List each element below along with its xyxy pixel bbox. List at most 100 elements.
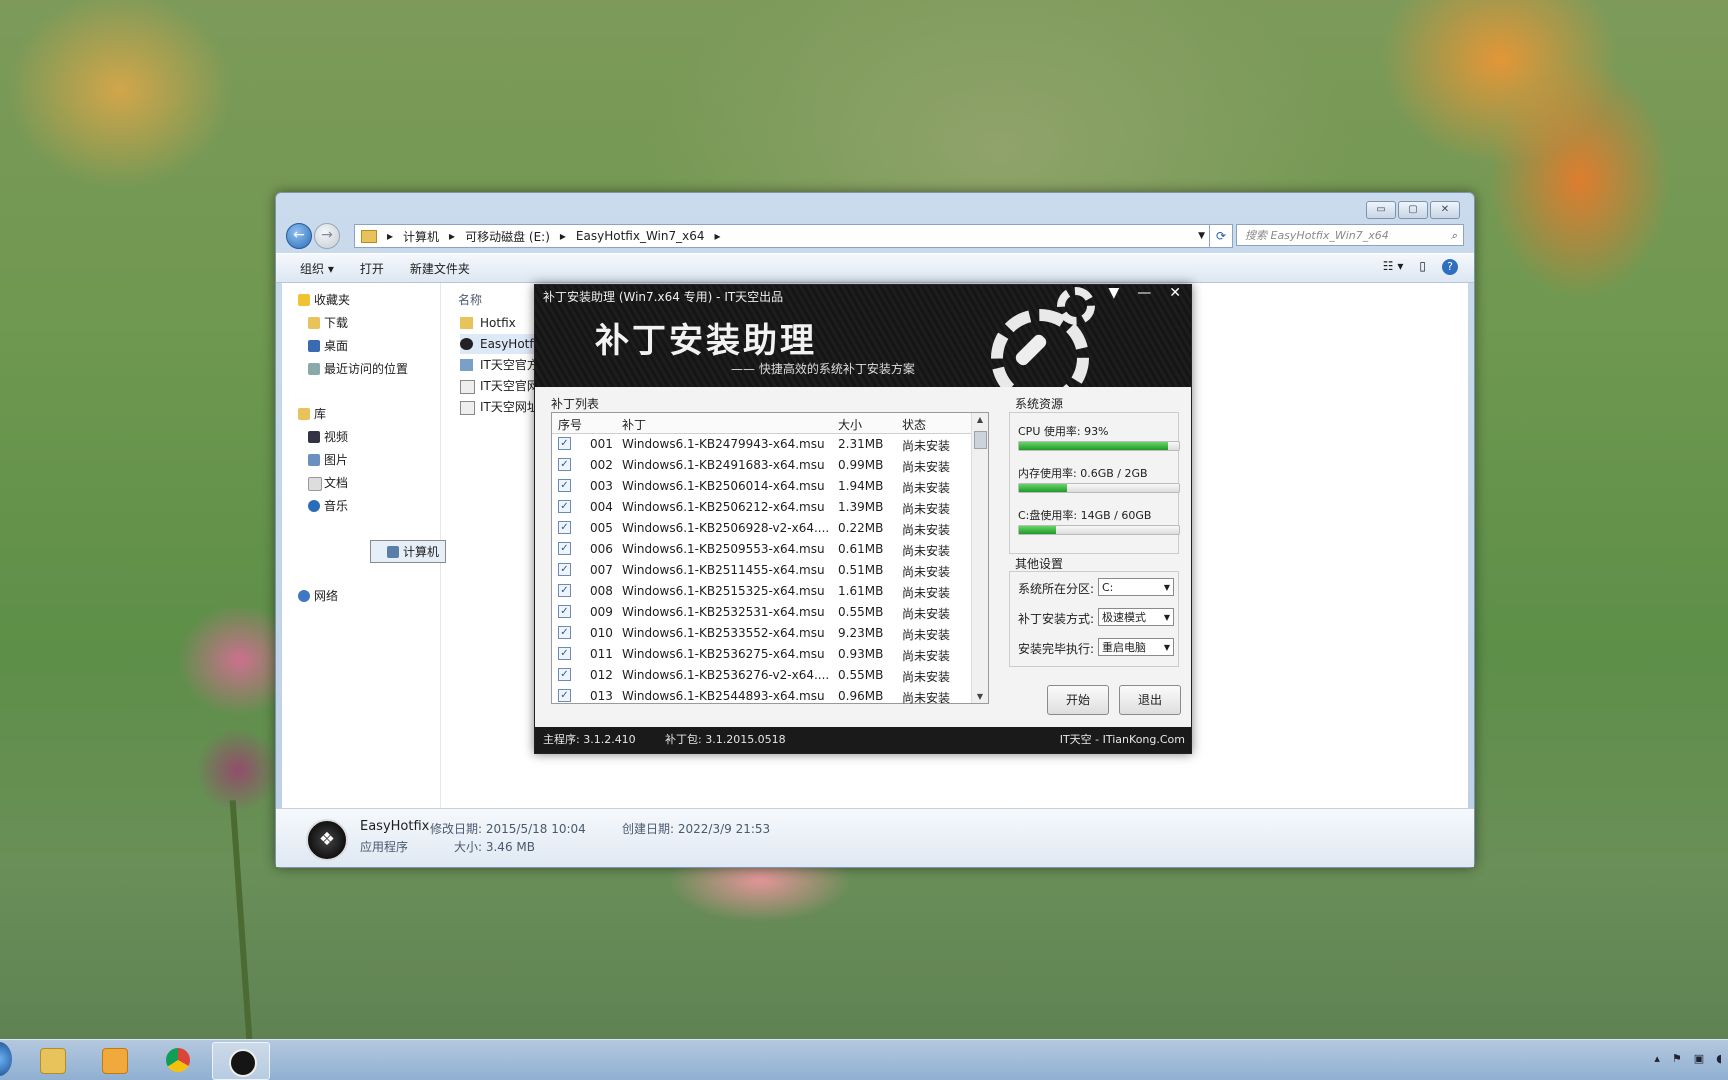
file-item[interactable]: IT天空网址 xyxy=(460,397,539,417)
checkbox-icon[interactable]: ✓ xyxy=(558,584,571,597)
checkbox-icon[interactable]: ✓ xyxy=(558,689,571,702)
breadcrumb-drive[interactable]: 可移动磁盘 (E:) xyxy=(465,228,550,245)
refresh-icon[interactable]: ⟳ xyxy=(1209,224,1233,248)
patch-row[interactable]: ✓ 005 Windows6.1-KB2506928-v2-x64.... 0.22M… xyxy=(552,518,972,539)
scroll-up-icon[interactable]: ▲ xyxy=(972,415,988,424)
nav-desktop[interactable]: 桌面 xyxy=(282,335,440,358)
patch-number: 008 xyxy=(590,584,613,598)
address-bar[interactable]: ▸ 计算机 ▸ 可移动磁盘 (E:) ▸ EasyHotfix_Win7_x64… xyxy=(354,224,1212,248)
checkbox-icon[interactable]: ✓ xyxy=(558,563,571,576)
breadcrumb-computer[interactable]: 计算机 xyxy=(403,228,439,245)
volume-icon[interactable]: ◖ xyxy=(1716,1052,1722,1065)
nav-computer[interactable]: 计算机 xyxy=(370,540,446,563)
install-mode-select[interactable]: 极速模式 ▼ xyxy=(1098,608,1174,626)
close-button[interactable]: ✕ xyxy=(1430,201,1460,219)
address-dropdown-icon[interactable]: ▼ xyxy=(1198,231,1205,241)
checkbox-icon[interactable]: ✓ xyxy=(558,479,571,492)
checkbox-icon[interactable]: ✓ xyxy=(558,605,571,618)
action-center-flag-icon[interactable]: ⚑ xyxy=(1672,1052,1682,1065)
patch-size: 9.23MB xyxy=(838,626,884,640)
file-item[interactable]: IT天空官网 xyxy=(460,376,539,396)
patch-row[interactable]: ✓ 001 Windows6.1-KB2479943-x64.msu 2.31MB 尚未… xyxy=(552,434,972,455)
new-folder-button[interactable]: 新建文件夹 xyxy=(410,260,470,277)
patch-list[interactable]: 序号 补丁 大小 状态 ✓ 001 Windows6.1-KB2479943-x64… xyxy=(551,412,989,707)
patch-row[interactable]: ✓ 002 Windows6.1-KB2491683-x64.msu 0.99MB 尚未… xyxy=(552,455,972,476)
back-arrow-icon[interactable]: ← xyxy=(286,223,312,249)
exit-button[interactable]: 退出 xyxy=(1119,685,1181,715)
taskbar-explorer[interactable] xyxy=(24,1042,80,1078)
checkbox-icon[interactable]: ✓ xyxy=(558,521,571,534)
column-header-name[interactable]: 名称 xyxy=(458,291,482,308)
patch-number: 001 xyxy=(590,437,613,451)
breadcrumb-folder[interactable]: EasyHotfix_Win7_x64 xyxy=(576,229,705,243)
checkbox-icon[interactable]: ✓ xyxy=(558,437,571,450)
file-item[interactable]: IT天空官方 xyxy=(460,355,539,375)
search-input[interactable]: 搜索 EasyHotfix_Win7_x64 ⌕ xyxy=(1236,224,1464,246)
patch-number: 010 xyxy=(590,626,613,640)
checkbox-icon[interactable]: ✓ xyxy=(558,500,571,513)
checkbox-icon[interactable]: ✓ xyxy=(558,626,571,639)
column-patch[interactable]: 补丁 xyxy=(622,416,646,433)
start-button[interactable]: 开始 xyxy=(1047,685,1109,715)
nav-network[interactable]: 网络 xyxy=(282,585,440,608)
organize-button[interactable]: 组织 ▾ xyxy=(300,260,334,277)
nav-libraries[interactable]: 库 xyxy=(282,403,440,426)
vertical-scrollbar[interactable]: ▲ ▼ xyxy=(971,413,988,703)
forward-arrow-icon[interactable]: → xyxy=(314,223,340,249)
network-tray-icon[interactable]: ▣ xyxy=(1694,1052,1704,1065)
taskbar-media-player[interactable] xyxy=(86,1042,142,1078)
patch-assistant-window[interactable]: 补丁安装助理 (Win7.x64 专用) - IT天空出品 ▼ — ✕ 补丁安装… xyxy=(534,284,1192,754)
column-status[interactable]: 状态 xyxy=(902,416,926,433)
patch-row[interactable]: ✓ 007 Windows6.1-KB2511455-x64.msu 0.51MB 尚未… xyxy=(552,560,972,581)
start-button-icon[interactable] xyxy=(0,1042,12,1076)
nav-pictures[interactable]: 图片 xyxy=(282,449,440,472)
maximize-button[interactable]: ▢ xyxy=(1398,201,1428,219)
search-icon[interactable]: ⌕ xyxy=(1451,225,1457,247)
after-install-select[interactable]: 重启电脑 ▼ xyxy=(1098,638,1174,656)
view-options-icon[interactable]: ☷ ▾ xyxy=(1383,259,1404,275)
nav-recent[interactable]: 最近访问的位置 xyxy=(282,358,440,381)
nav-music[interactable]: 音乐 xyxy=(282,495,440,518)
nav-videos[interactable]: 视频 xyxy=(282,426,440,449)
patch-row[interactable]: ✓ 013 Windows6.1-KB2544893-x64.msu 0.96MB 尚未… xyxy=(552,686,972,707)
file-item[interactable]: EasyHotfi xyxy=(460,334,537,354)
nav-downloads[interactable]: 下载 xyxy=(282,312,440,335)
patch-number: 004 xyxy=(590,500,613,514)
partition-select[interactable]: C: ▼ xyxy=(1098,578,1174,596)
patch-row[interactable]: ✓ 004 Windows6.1-KB2506212-x64.msu 1.39MB 尚未… xyxy=(552,497,972,518)
open-button[interactable]: 打开 xyxy=(360,260,384,277)
patch-row[interactable]: ✓ 003 Windows6.1-KB2506014-x64.msu 1.94MB 尚未… xyxy=(552,476,972,497)
nav-favorites[interactable]: 收藏夹 xyxy=(282,289,440,312)
scroll-down-icon[interactable]: ▼ xyxy=(972,692,988,701)
help-icon[interactable]: ? xyxy=(1442,259,1458,275)
checkbox-icon[interactable]: ✓ xyxy=(558,668,571,681)
checkbox-icon[interactable]: ✓ xyxy=(558,647,571,660)
app-minimize-button[interactable]: — xyxy=(1137,285,1151,301)
app-header: 补丁安装助理 (Win7.x64 专用) - IT天空出品 ▼ — ✕ 补丁安装… xyxy=(535,285,1191,387)
patch-row[interactable]: ✓ 010 Windows6.1-KB2533552-x64.msu 9.23MB 尚未… xyxy=(552,623,972,644)
patch-name: Windows6.1-KB2491683-x64.msu xyxy=(622,458,825,472)
preview-pane-icon[interactable]: ▯ xyxy=(1419,259,1426,275)
taskbar-easyhotfix[interactable] xyxy=(212,1042,270,1080)
menu-dropdown-icon[interactable]: ▼ xyxy=(1108,285,1119,301)
patch-row[interactable]: ✓ 008 Windows6.1-KB2515325-x64.msu 1.61MB 尚未… xyxy=(552,581,972,602)
patch-row[interactable]: ✓ 011 Windows6.1-KB2536275-x64.msu 0.93MB 尚未… xyxy=(552,644,972,665)
column-no[interactable]: 序号 xyxy=(558,416,582,433)
file-item[interactable]: Hotfix xyxy=(460,313,516,333)
app-close-button[interactable]: ✕ xyxy=(1169,285,1181,301)
taskbar-chrome[interactable] xyxy=(150,1042,206,1078)
minimize-button[interactable]: ▭ xyxy=(1366,201,1396,219)
column-size[interactable]: 大小 xyxy=(838,416,862,433)
checkbox-icon[interactable]: ✓ xyxy=(558,542,571,555)
patch-row[interactable]: ✓ 009 Windows6.1-KB2532531-x64.msu 0.55MB 尚未… xyxy=(552,602,972,623)
patch-row[interactable]: ✓ 006 Windows6.1-KB2509553-x64.msu 0.61MB 尚未… xyxy=(552,539,972,560)
scroll-thumb[interactable] xyxy=(974,431,987,449)
patch-status: 尚未安装 xyxy=(902,460,951,474)
patch-number: 006 xyxy=(590,542,613,556)
nav-documents[interactable]: 文档 xyxy=(282,472,440,495)
patch-row[interactable]: ✓ 012 Windows6.1-KB2536276-v2-x64.... 0.55M… xyxy=(552,665,972,686)
setting-install-mode-label: 补丁安装方式: xyxy=(1018,612,1095,626)
patch-size: 2.31MB xyxy=(838,437,884,451)
tray-expand-icon[interactable]: ▴ xyxy=(1654,1052,1660,1065)
checkbox-icon[interactable]: ✓ xyxy=(558,458,571,471)
